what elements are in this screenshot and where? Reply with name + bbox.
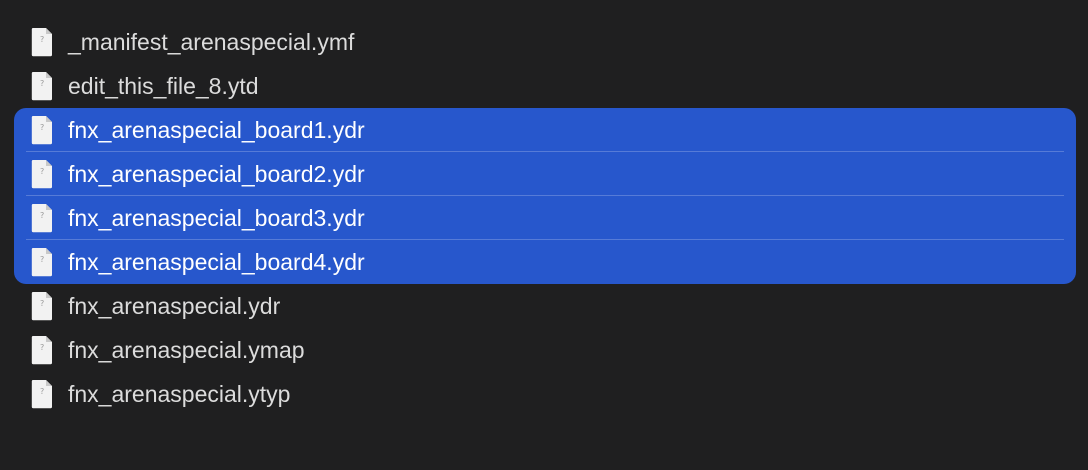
file-name: fnx_arenaspecial_board1.ydr: [68, 117, 365, 143]
file-row-selected[interactable]: ? fnx_arenaspecial_board4.ydr: [14, 240, 1076, 284]
svg-text:?: ?: [40, 299, 44, 308]
document-icon: ?: [30, 335, 54, 365]
svg-text:?: ?: [40, 123, 44, 132]
file-row[interactable]: ? fnx_arenaspecial.ymap: [14, 328, 1076, 372]
document-icon: ?: [30, 291, 54, 321]
document-icon: ?: [30, 379, 54, 409]
svg-text:?: ?: [40, 211, 44, 220]
file-name: fnx_arenaspecial.ydr: [68, 293, 281, 319]
file-name: _manifest_arenaspecial.ymf: [68, 29, 355, 55]
document-icon: ?: [30, 71, 54, 101]
file-row[interactable]: ? edit_this_file_8.ytd: [14, 64, 1076, 108]
svg-text:?: ?: [40, 343, 44, 352]
file-row[interactable]: ? fnx_arenaspecial.ytyp: [14, 372, 1076, 416]
file-name: fnx_arenaspecial_board2.ydr: [68, 161, 365, 187]
document-icon: ?: [30, 247, 54, 277]
file-name: fnx_arenaspecial.ymap: [68, 337, 305, 363]
file-row[interactable]: ? fnx_arenaspecial.ydr: [14, 284, 1076, 328]
svg-text:?: ?: [40, 35, 44, 44]
file-row[interactable]: ? _manifest_arenaspecial.ymf: [14, 20, 1076, 64]
document-icon: ?: [30, 27, 54, 57]
file-name: edit_this_file_8.ytd: [68, 73, 259, 99]
svg-text:?: ?: [40, 167, 44, 176]
file-row-selected[interactable]: ? fnx_arenaspecial_board1.ydr: [14, 108, 1076, 152]
file-row-selected[interactable]: ? fnx_arenaspecial_board3.ydr: [14, 196, 1076, 240]
file-name: fnx_arenaspecial_board4.ydr: [68, 249, 365, 275]
svg-text:?: ?: [40, 255, 44, 264]
document-icon: ?: [30, 159, 54, 189]
file-name: fnx_arenaspecial.ytyp: [68, 381, 291, 407]
svg-text:?: ?: [40, 79, 44, 88]
file-name: fnx_arenaspecial_board3.ydr: [68, 205, 365, 231]
document-icon: ?: [30, 203, 54, 233]
file-row-selected[interactable]: ? fnx_arenaspecial_board2.ydr: [14, 152, 1076, 196]
svg-text:?: ?: [40, 387, 44, 396]
document-icon: ?: [30, 115, 54, 145]
